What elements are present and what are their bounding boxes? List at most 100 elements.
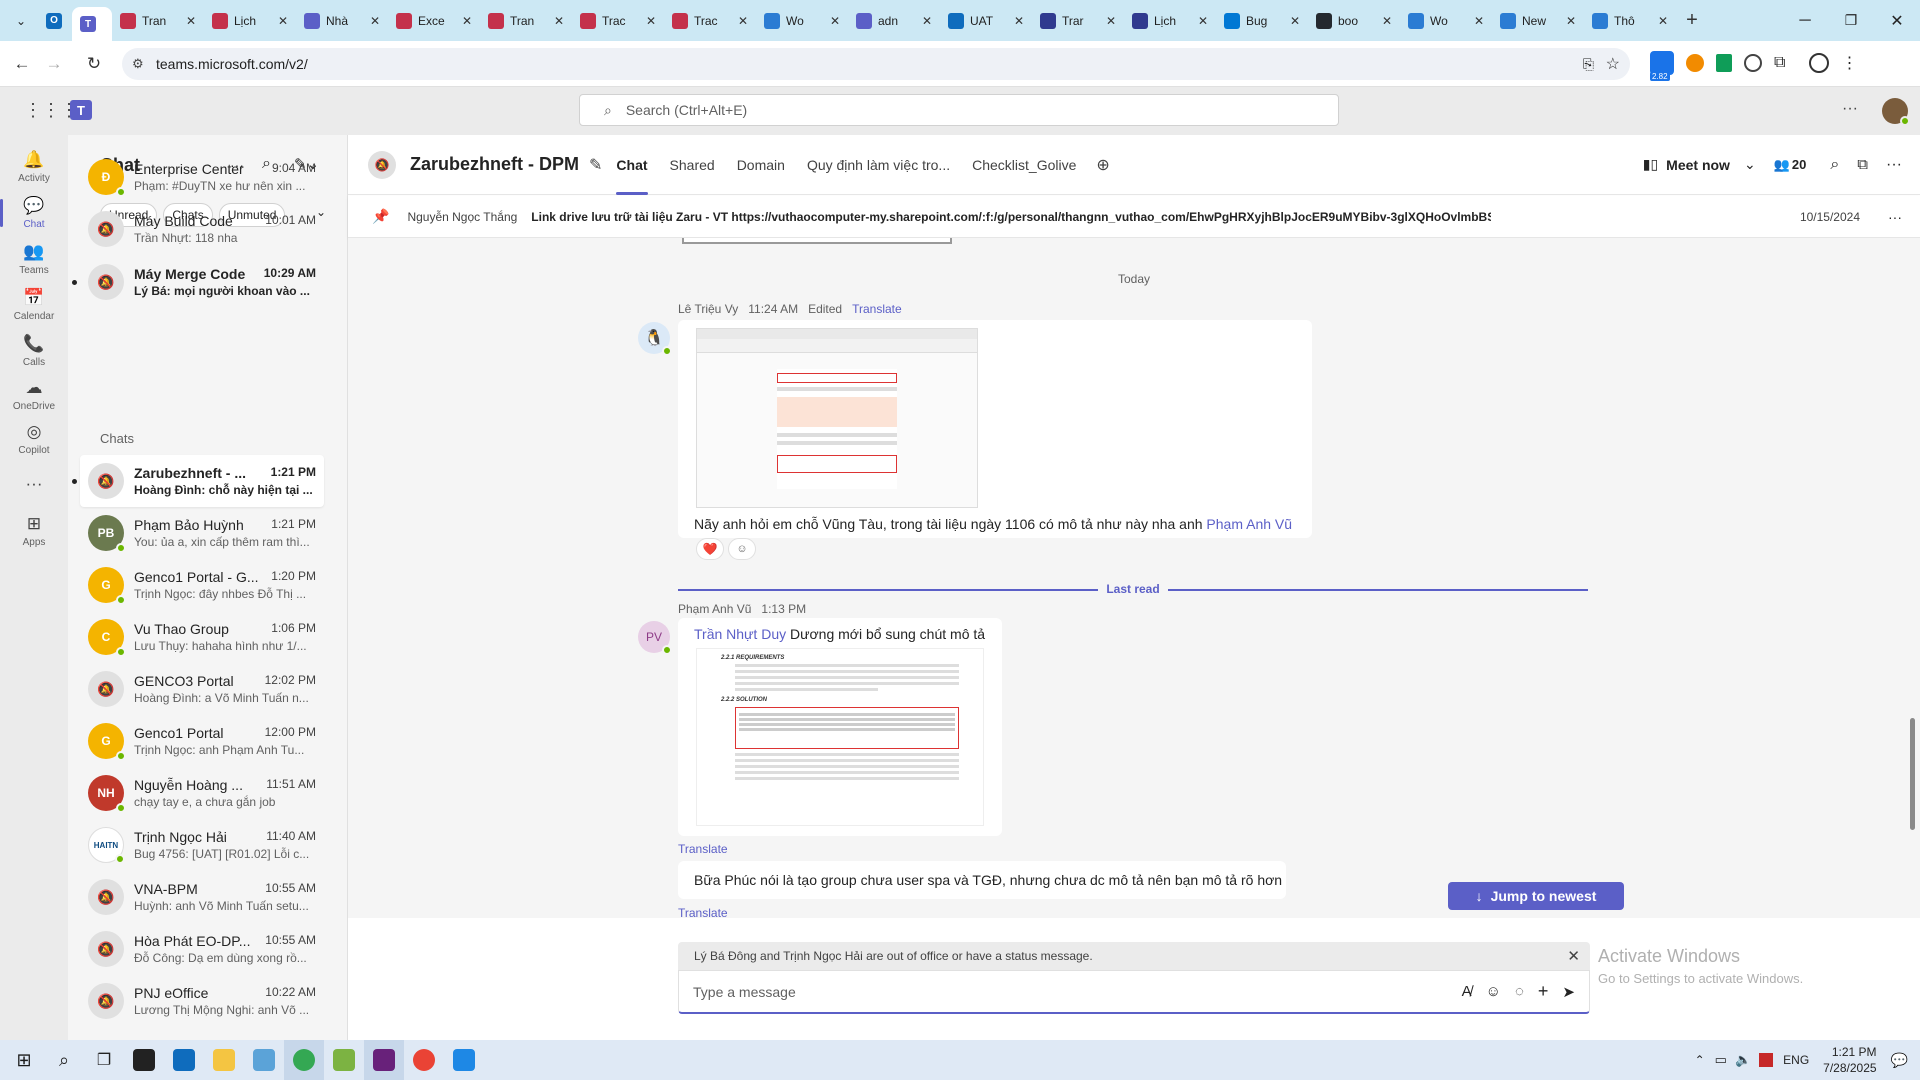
extension-green-icon[interactable] <box>1716 54 1732 72</box>
chat-list-item[interactable]: G Genco1 Portal - G... 1:20 PM Trịnh Ngọc: … <box>80 559 324 611</box>
outlook-taskbar-icon[interactable] <box>164 1040 204 1080</box>
browser-tab[interactable]: Nhà ✕ <box>296 5 388 37</box>
browser-menu-icon[interactable]: ⋮ <box>1841 53 1857 73</box>
chat-list-item[interactable]: 🔕 Hòa Phát EO-DP... 10:55 AM Đỗ Công: Dạ em… <box>80 923 324 975</box>
extension-orange-icon[interactable] <box>1686 54 1704 72</box>
tray-chevron-icon[interactable]: ⌃ <box>1695 1053 1705 1067</box>
translate-link[interactable]: Translate <box>678 906 728 918</box>
browser-tab[interactable]: Bug ✕ <box>1216 5 1308 37</box>
tab-close-icon[interactable]: ✕ <box>462 14 472 28</box>
tab-outlook[interactable]: O <box>36 5 72 37</box>
browser-tab[interactable]: Tran ✕ <box>112 5 204 37</box>
taskbar-search-icon[interactable]: ⌕ <box>44 1040 84 1080</box>
rail-item-apps[interactable]: ⊞ Apps <box>0 505 68 557</box>
rail-item-activity[interactable]: 🔔 Activity <box>0 141 68 193</box>
new-tab-button[interactable]: + <box>1676 5 1708 37</box>
start-button[interactable]: ⊞ <box>4 1040 44 1080</box>
browser-tab[interactable]: Trar ✕ <box>1032 5 1124 37</box>
tab-close-icon[interactable]: ✕ <box>1566 14 1576 28</box>
extension-meter-icon[interactable]: 2.82 <box>1650 51 1674 81</box>
browser-tab[interactable]: UAT ✕ <box>940 5 1032 37</box>
notifications-icon[interactable]: 💬 <box>1891 1052 1908 1069</box>
tab-teams-active[interactable]: T <box>72 7 112 41</box>
participants-button[interactable]: 👥 20 <box>1774 157 1807 173</box>
chat-list-item[interactable]: PB Phạm Bảo Huỳnh 1:21 PM You: ủa a, xin cấ… <box>80 507 324 559</box>
send-icon[interactable]: ➤ <box>1562 983 1575 1001</box>
tab-close-icon[interactable]: ✕ <box>1658 14 1668 28</box>
message-bubble[interactable]: Nãy anh hỏi em chỗ Vũng Tàu, trong tài l… <box>678 320 1312 538</box>
tab-close-icon[interactable]: ✕ <box>922 14 932 28</box>
forward-button[interactable]: → <box>40 50 68 78</box>
browser-tab[interactable]: Lịch ✕ <box>1124 5 1216 37</box>
add-reaction-icon[interactable]: ☺ <box>728 538 756 560</box>
antivirus-tray-icon[interactable] <box>1759 1053 1774 1067</box>
tab-close-icon[interactable]: ✕ <box>646 14 656 28</box>
browser-tab[interactable]: adn ✕ <box>848 5 940 37</box>
screenshot-attachment[interactable] <box>696 328 978 508</box>
rail-item-copilot[interactable]: ◎ Copilot <box>0 413 68 465</box>
browser-tab[interactable]: Lịch ✕ <box>204 5 296 37</box>
chat-list-item[interactable]: 🔕 Máy Merge Code 10:29 AM Lý Bá: mọi người … <box>72 256 324 308</box>
task-view-icon[interactable]: ❐ <box>84 1040 124 1080</box>
message-bubble[interactable]: Trần Nhựt Duy Dương mới bổ sung chút mô … <box>678 618 1002 836</box>
close-notice-icon[interactable]: ✕ <box>1567 947 1580 965</box>
back-button[interactable]: ← <box>8 50 36 78</box>
extension-shield-icon[interactable] <box>1744 54 1762 72</box>
find-in-chat-icon[interactable]: ⌕ <box>1830 156 1839 174</box>
chat-list-item[interactable]: 🔕 Zarubezhneft - ... 1:21 PM Hoàng Đình: ch… <box>72 455 324 507</box>
network-app-icon[interactable] <box>244 1040 284 1080</box>
browser-tab[interactable]: Trac ✕ <box>664 5 756 37</box>
conversation-tab[interactable]: Domain <box>737 135 785 195</box>
extensions-puzzle-icon[interactable]: ⧉ <box>1774 54 1785 72</box>
tab-close-icon[interactable]: ✕ <box>1382 14 1392 28</box>
chrome-secondary-icon[interactable] <box>404 1040 444 1080</box>
tab-close-icon[interactable]: ✕ <box>830 14 840 28</box>
close-window-button[interactable]: ✕ <box>1874 11 1920 31</box>
pinned-message-bar[interactable]: 📌 Nguyễn Ngọc Thắng Link drive lưu trữ t… <box>348 196 1920 238</box>
chat-list-item[interactable]: Đ Enterprise Center 9:04 AM Phạm: #DuyTN xe… <box>80 151 324 203</box>
install-app-icon[interactable]: ⎘ <box>1583 56 1594 73</box>
jump-to-newest-button[interactable]: ↓ Jump to newest <box>1448 882 1624 910</box>
rail-item-calendar[interactable]: 📅 Calendar <box>0 279 68 331</box>
tab-close-icon[interactable]: ✕ <box>1106 14 1116 28</box>
tab-list-button[interactable]: ⌄ <box>6 6 36 36</box>
conversation-tab[interactable]: Chat <box>616 135 648 195</box>
browser-tab[interactable]: Exce ✕ <box>388 5 480 37</box>
translate-link[interactable]: Translate <box>852 302 902 316</box>
pinned-text[interactable]: Link drive lưu trữ tài liệu Zaru - VT ht… <box>531 210 1491 224</box>
minimize-button[interactable]: ─ <box>1782 12 1828 30</box>
chat-list-item[interactable]: HAITN Trịnh Ngọc Hải 11:40 AM Bug 4756: [UA… <box>80 819 324 871</box>
site-info-icon[interactable]: ⚙ <box>132 56 144 72</box>
onenote-icon[interactable] <box>124 1040 164 1080</box>
clock[interactable]: 1:21 PM 7/28/2025 <box>1823 1044 1876 1076</box>
tab-close-icon[interactable]: ✕ <box>1198 14 1208 28</box>
browser-tab[interactable]: New ✕ <box>1492 5 1584 37</box>
remote-app-icon[interactable] <box>444 1040 484 1080</box>
rail-item-teams[interactable]: 👥 Teams <box>0 233 68 285</box>
volume-icon[interactable]: 🔈 <box>1735 1052 1751 1068</box>
browser-tab[interactable]: Tran ✕ <box>480 5 572 37</box>
emoji-icon[interactable]: ☺ <box>1486 983 1501 1000</box>
pinned-more-icon[interactable]: ··· <box>1888 209 1902 225</box>
tab-close-icon[interactable]: ✕ <box>1290 14 1300 28</box>
chrome-taskbar-icon[interactable] <box>284 1040 324 1080</box>
notepad-plus-icon[interactable] <box>324 1040 364 1080</box>
conversation-more-icon[interactable]: ··· <box>1886 156 1902 174</box>
message-bubble[interactable]: Bữa Phúc nói là tạo group chưa user spa … <box>678 861 1286 899</box>
chat-list-item[interactable]: 🔕 VNA-BPM 10:55 AM Huỳnh: anh Võ Minh Tuấn … <box>80 871 324 923</box>
rail-item-chat[interactable]: 💬 Chat <box>0 187 68 239</box>
chat-list-item[interactable]: G Genco1 Portal 12:00 PM Trịnh Ngọc: anh Ph… <box>80 715 324 767</box>
conversation-tab[interactable]: Checklist_Golive <box>972 135 1076 195</box>
conversation-tab[interactable]: Shared <box>670 135 715 195</box>
tab-close-icon[interactable]: ✕ <box>186 14 196 28</box>
chat-list-item[interactable]: C Vu Thao Group 1:06 PM Lưu Thụy: hahaha hì… <box>80 611 324 663</box>
restore-button[interactable]: ❐ <box>1828 12 1874 29</box>
tab-close-icon[interactable]: ✕ <box>1014 14 1024 28</box>
format-icon[interactable]: A̸ <box>1462 983 1472 1000</box>
tab-close-icon[interactable]: ✕ <box>278 14 288 28</box>
conversation-tab[interactable]: Quy định làm việc tro... <box>807 135 950 195</box>
attach-plus-icon[interactable]: + <box>1538 981 1549 1002</box>
browser-tab[interactable]: Wo ✕ <box>1400 5 1492 37</box>
browser-tab[interactable]: boo ✕ <box>1308 5 1400 37</box>
tab-close-icon[interactable]: ✕ <box>738 14 748 28</box>
